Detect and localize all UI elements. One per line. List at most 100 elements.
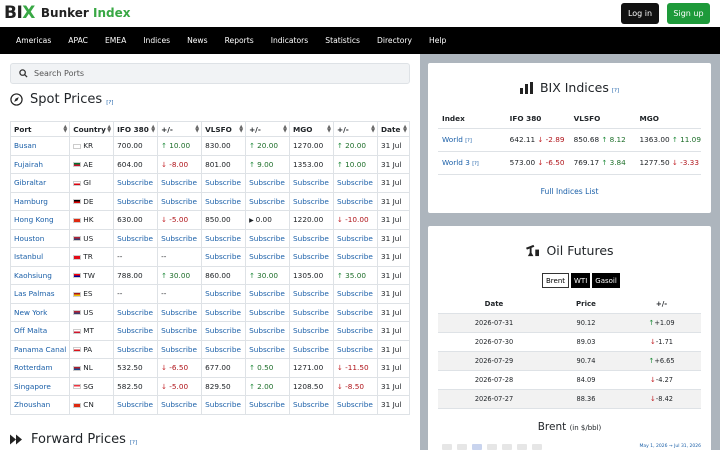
column-header[interactable]: Port ▲ ▼ [9, 121, 71, 137]
port-cell[interactable]: Gibraltar [9, 173, 71, 193]
subscribe-link[interactable]: Subscribe [293, 178, 329, 187]
range-button[interactable] [457, 444, 467, 450]
ifo-price-cell[interactable]: Subscribe [113, 395, 159, 415]
mgo-price-cell[interactable]: Subscribe [289, 247, 334, 267]
subscribe-link[interactable]: Subscribe [117, 178, 153, 187]
subscribe-link[interactable]: Subscribe [337, 400, 373, 409]
port-link[interactable]: Rotterdam [14, 363, 53, 372]
subscribe-link[interactable]: Subscribe [205, 289, 241, 298]
bix-help-link[interactable]: [?] [612, 88, 619, 94]
port-link[interactable]: Panama Canal [14, 345, 66, 354]
spot-help-link[interactable]: [?] [106, 100, 113, 106]
mgo-change-cell[interactable]: Subscribe [333, 339, 378, 359]
nav-item-directory[interactable]: Directory [377, 36, 412, 45]
nav-item-reports[interactable]: Reports [225, 36, 254, 45]
index-link[interactable]: World 3 [442, 158, 472, 167]
range-button[interactable] [517, 444, 527, 450]
mgo-price-cell[interactable]: Subscribe [289, 302, 334, 322]
subscribe-link[interactable]: Subscribe [205, 234, 241, 243]
subscribe-link[interactable]: Subscribe [293, 326, 329, 335]
vlsfo-change-cell[interactable]: Subscribe [245, 339, 291, 359]
subscribe-link[interactable]: Subscribe [161, 326, 197, 335]
subscribe-link[interactable]: Subscribe [117, 197, 153, 206]
mgo-price-cell[interactable]: Subscribe [289, 284, 334, 304]
subscribe-link[interactable]: Subscribe [249, 289, 285, 298]
vlsfo-change-cell[interactable]: Subscribe [245, 284, 291, 304]
tab-brent[interactable]: Brent [542, 273, 570, 288]
mgo-change-cell[interactable]: Subscribe [333, 191, 378, 211]
subscribe-link[interactable]: Subscribe [117, 345, 153, 354]
subscribe-link[interactable]: Subscribe [249, 197, 285, 206]
column-header[interactable]: IFO 380 ▲ ▼ [113, 121, 159, 137]
port-link[interactable]: Gibraltar [14, 178, 46, 187]
search-input[interactable]: Search Ports [10, 63, 410, 84]
range-button[interactable] [502, 444, 512, 450]
nav-item-americas[interactable]: Americas [16, 36, 51, 45]
column-header[interactable]: +/- ▲ ▼ [333, 121, 378, 137]
subscribe-link[interactable]: Subscribe [249, 252, 285, 261]
subscribe-link[interactable]: Subscribe [161, 308, 197, 317]
subscribe-link[interactable]: Subscribe [249, 345, 285, 354]
column-header[interactable]: VLSFO ▲ ▼ [201, 121, 247, 137]
port-link[interactable]: Off Malta [14, 326, 47, 335]
subscribe-link[interactable]: Subscribe [293, 308, 329, 317]
site-logo[interactable]: BIX Bunker Index [4, 3, 131, 23]
subscribe-link[interactable]: Subscribe [117, 308, 153, 317]
nav-item-apac[interactable]: APAC [68, 36, 88, 45]
full-indices-link[interactable]: Full Indices List [428, 187, 711, 196]
mgo-change-cell[interactable]: Subscribe [333, 302, 378, 322]
subscribe-link[interactable]: Subscribe [161, 234, 197, 243]
subscribe-link[interactable]: Subscribe [337, 178, 373, 187]
subscribe-link[interactable]: Subscribe [205, 345, 241, 354]
port-cell[interactable]: New York [9, 302, 71, 322]
mgo-change-cell[interactable]: Subscribe [333, 321, 378, 341]
mgo-price-cell[interactable]: Subscribe [289, 228, 334, 248]
subscribe-link[interactable]: Subscribe [337, 289, 373, 298]
vlsfo-change-cell[interactable]: Subscribe [245, 191, 291, 211]
mgo-price-cell[interactable]: Subscribe [289, 321, 334, 341]
mgo-change-cell[interactable]: Subscribe [333, 228, 378, 248]
ifo-price-cell[interactable]: Subscribe [113, 228, 159, 248]
range-button[interactable] [442, 444, 452, 450]
ifo-change-cell[interactable]: Subscribe [157, 173, 203, 193]
port-cell[interactable]: Rotterdam [9, 358, 71, 378]
ifo-change-cell[interactable]: Subscribe [157, 395, 203, 415]
ifo-change-cell[interactable]: Subscribe [157, 191, 203, 211]
subscribe-link[interactable]: Subscribe [117, 400, 153, 409]
subscribe-link[interactable]: Subscribe [161, 178, 197, 187]
vlsfo-change-cell[interactable]: Subscribe [245, 302, 291, 322]
vlsfo-price-cell[interactable]: Subscribe [201, 247, 247, 267]
vlsfo-price-cell[interactable]: Subscribe [201, 302, 247, 322]
column-header[interactable]: Country ▲ ▼ [69, 121, 115, 137]
subscribe-link[interactable]: Subscribe [249, 178, 285, 187]
vlsfo-price-cell[interactable]: Subscribe [201, 395, 247, 415]
vlsfo-price-cell[interactable]: Subscribe [201, 321, 247, 341]
port-cell[interactable]: Hamburg [9, 191, 71, 211]
index-name-cell[interactable]: World [?] [438, 128, 506, 152]
vlsfo-price-cell[interactable]: Subscribe [201, 228, 247, 248]
vlsfo-change-cell[interactable]: Subscribe [245, 228, 291, 248]
column-header[interactable]: +/- ▲ ▼ [157, 121, 203, 137]
vlsfo-change-cell[interactable]: Subscribe [245, 173, 291, 193]
mgo-change-cell[interactable]: Subscribe [333, 284, 378, 304]
subscribe-link[interactable]: Subscribe [293, 345, 329, 354]
subscribe-link[interactable]: Subscribe [161, 345, 197, 354]
port-link[interactable]: Las Palmas [14, 289, 55, 298]
port-link[interactable]: Kaohsiung [14, 271, 52, 280]
tab-wti[interactable]: WTI [571, 273, 591, 288]
ifo-price-cell[interactable]: Subscribe [113, 302, 159, 322]
nav-item-news[interactable]: News [187, 36, 208, 45]
ifo-change-cell[interactable]: Subscribe [157, 339, 203, 359]
column-header[interactable]: MGO ▲ ▼ [289, 121, 334, 137]
port-cell[interactable]: Fujairah [9, 154, 71, 174]
nav-item-help[interactable]: Help [429, 36, 446, 45]
port-link[interactable]: New York [14, 308, 47, 317]
nav-item-statistics[interactable]: Statistics [325, 36, 360, 45]
ifo-price-cell[interactable]: Subscribe [113, 191, 159, 211]
subscribe-link[interactable]: Subscribe [337, 345, 373, 354]
subscribe-link[interactable]: Subscribe [249, 234, 285, 243]
vlsfo-change-cell[interactable]: Subscribe [245, 395, 291, 415]
index-link[interactable]: World [442, 135, 465, 144]
vlsfo-change-cell[interactable]: Subscribe [245, 321, 291, 341]
port-link[interactable]: Houston [14, 234, 44, 243]
